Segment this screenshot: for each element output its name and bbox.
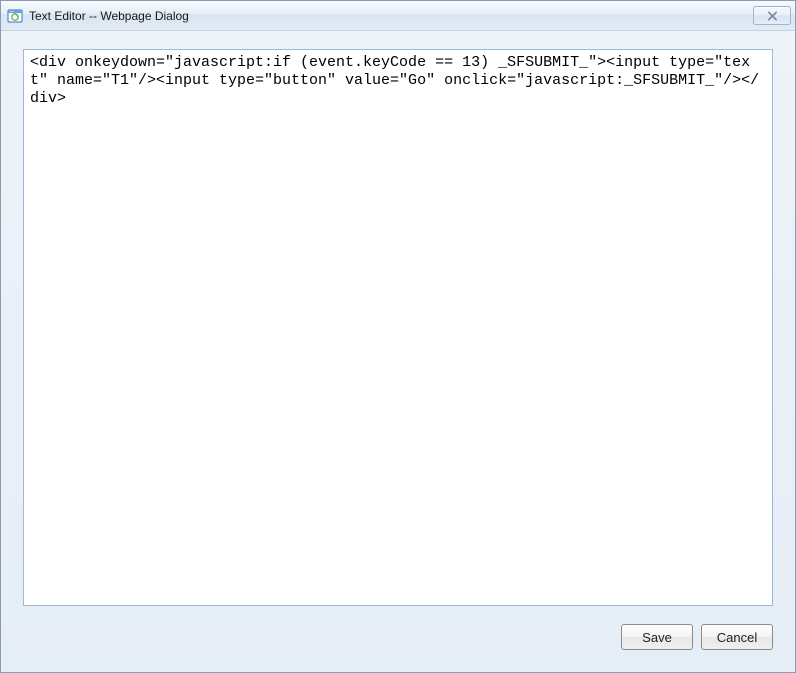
editor-container — [23, 49, 773, 606]
titlebar: Text Editor -- Webpage Dialog — [1, 1, 795, 31]
save-button[interactable]: Save — [621, 624, 693, 650]
content-area: Save Cancel — [1, 31, 795, 672]
cancel-button[interactable]: Cancel — [701, 624, 773, 650]
text-editor[interactable] — [24, 50, 772, 605]
window-title: Text Editor -- Webpage Dialog — [29, 9, 753, 23]
close-button[interactable] — [753, 6, 791, 25]
button-row: Save Cancel — [23, 606, 773, 650]
dialog-window: Text Editor -- Webpage Dialog Save Cance… — [0, 0, 796, 673]
app-icon — [7, 8, 23, 24]
close-icon — [767, 11, 778, 21]
